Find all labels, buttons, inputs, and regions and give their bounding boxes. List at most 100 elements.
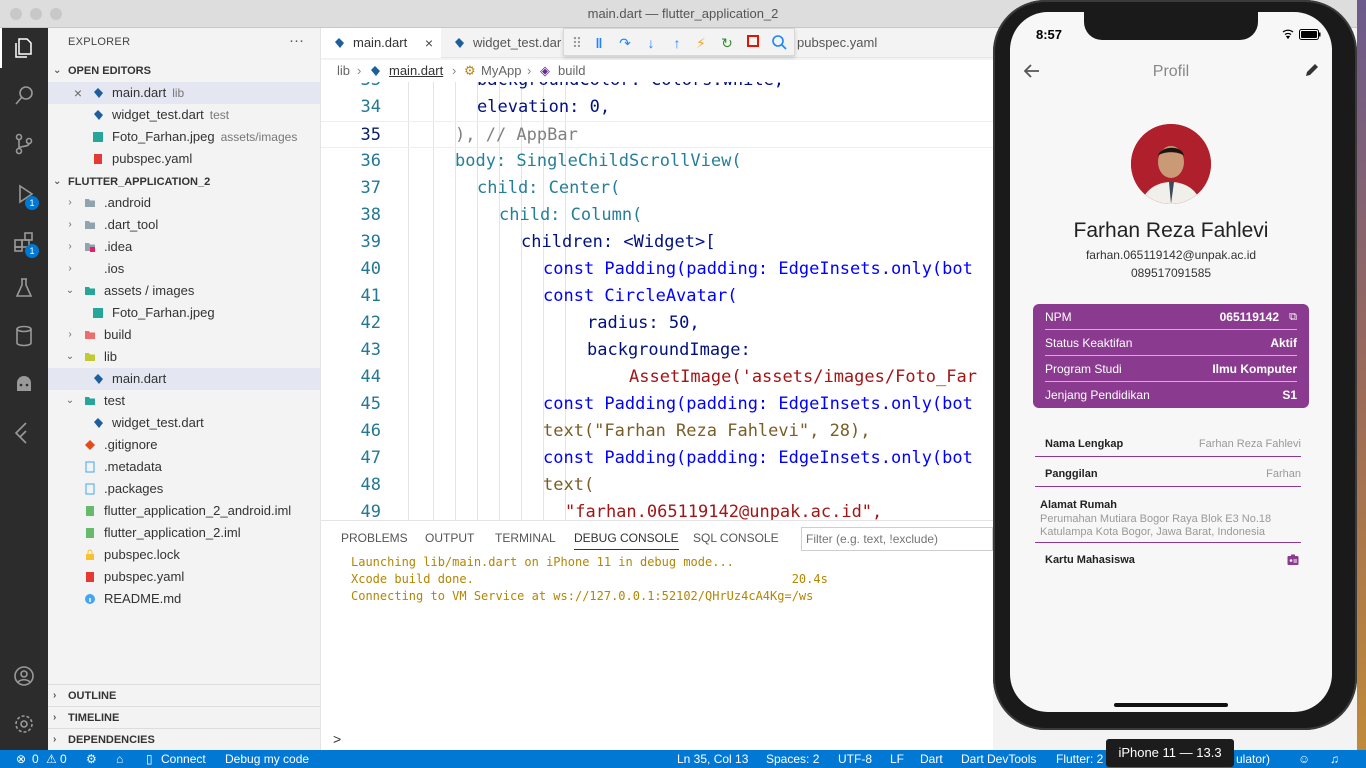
code-line: 41 const CircleAvatar( (321, 283, 993, 310)
breadcrumb-class[interactable]: MyApp (481, 63, 521, 78)
tree-file-widget-test[interactable]: widget_test.dart (48, 412, 320, 434)
dart-devtools-button[interactable]: Dart DevTools (961, 752, 1036, 766)
code-text: text("Farhan Reza Fahlevi", 28), (543, 421, 871, 441)
open-editor-item[interactable]: Foto_Farhan.jpeg assets/images (48, 126, 320, 148)
feedback-icon[interactable]: ☺ (1298, 752, 1310, 766)
address-label: Alamat Rumah (1040, 499, 1118, 511)
step-out-icon[interactable]: ↑ (668, 34, 686, 52)
tree-file-metadata[interactable]: .metadata (48, 456, 320, 478)
tab-debug-console[interactable]: DEBUG CONSOLE (574, 531, 679, 550)
flutter-icon[interactable] (0, 412, 48, 452)
open-editor-item[interactable]: × main.dart lib (48, 82, 320, 104)
close-tab-icon[interactable]: × (425, 28, 433, 58)
language-mode[interactable]: Dart (920, 752, 943, 766)
tree-file-android-iml[interactable]: flutter_application_2_android.iml (48, 500, 320, 522)
tree-file-main-dart[interactable]: main.dart (48, 368, 320, 390)
breadcrumb-folder[interactable]: lib (337, 63, 350, 78)
testing-icon[interactable] (0, 268, 48, 308)
tree-file-iml[interactable]: flutter_application_2.iml (48, 522, 320, 544)
tree-folder-idea[interactable]: › .idea (48, 236, 320, 258)
project-folder-header[interactable]: ⌄ FLUTTER_APPLICATION_2 (48, 171, 320, 193)
debug-mode-button[interactable]: Debug my code (225, 752, 309, 766)
encoding[interactable]: UTF-8 (838, 752, 872, 766)
edit-pencil-icon[interactable] (1304, 62, 1320, 78)
android-icon[interactable] (0, 364, 48, 404)
close-icon[interactable]: × (72, 82, 84, 104)
tree-item-label: assets / images (104, 283, 195, 298)
tree-folder-test[interactable]: ⌄ test (48, 390, 320, 412)
notifications-bell-icon[interactable]: ♫ (1330, 752, 1339, 766)
dart-file-icon (94, 110, 103, 120)
tree-folder-build[interactable]: › build (48, 324, 320, 346)
warning-count[interactable]: 0 (60, 752, 67, 766)
run-debug-icon[interactable]: 1 (0, 174, 48, 214)
tree-file-pubspec-yaml[interactable]: pubspec.yaml (48, 566, 320, 588)
source-control-icon[interactable] (0, 124, 48, 164)
step-over-icon[interactable]: ↷ (616, 34, 634, 52)
flutter-version[interactable]: Flutter: 2 (1056, 752, 1103, 766)
drag-handle-icon[interactable]: ⠿ (568, 34, 586, 52)
settings-gear-icon[interactable] (0, 704, 48, 744)
info-value: Farhan (1266, 468, 1301, 480)
device-selector[interactable]: ulator) (1236, 752, 1270, 766)
id-badge-icon[interactable] (1287, 554, 1299, 566)
dart-file-icon (94, 88, 103, 98)
tree-folder-android[interactable]: › .android (48, 192, 320, 214)
timeline-header[interactable]: › TIMELINE (48, 706, 320, 728)
code-editor[interactable]: 33 backgroundColor: Colors.white, 34 eleva… (321, 82, 993, 520)
step-into-icon[interactable]: ↓ (642, 34, 660, 52)
restart-icon[interactable]: ↻ (718, 34, 736, 52)
tab-main-dart[interactable]: main.dart × (321, 28, 441, 58)
tree-file-foto-farhan[interactable]: Foto_Farhan.jpeg (48, 302, 320, 324)
tree-file-packages[interactable]: .packages (48, 478, 320, 500)
account-icon[interactable] (0, 656, 48, 696)
tab-problems[interactable]: PROBLEMS (341, 531, 408, 545)
line-ending[interactable]: LF (890, 752, 904, 766)
tree-folder-assets-images[interactable]: ⌄ assets / images (48, 280, 320, 302)
tree-folder-dart-tool[interactable]: › .dart_tool (48, 214, 320, 236)
stop-icon[interactable] (744, 34, 762, 52)
console-filter-input[interactable] (801, 527, 993, 551)
console-prompt[interactable]: > (333, 731, 341, 747)
hot-reload-icon[interactable]: ⚡ (692, 34, 710, 52)
explorer-icon[interactable] (0, 28, 48, 68)
explorer-more-actions-button[interactable]: ··· (289, 32, 304, 49)
tree-file-pubspec-lock[interactable]: pubspec.lock (48, 544, 320, 566)
tree-item-label: pubspec.yaml (104, 569, 185, 584)
search-icon[interactable] (0, 76, 48, 116)
pause-icon[interactable]: ‖ (590, 34, 608, 52)
simulator-screen[interactable]: 8:57 Profil Farhan Reza Fahlevi farhan.0… (1010, 12, 1332, 712)
card-row-program: Program Studi Ilmu Komputer (1045, 356, 1297, 382)
breadcrumb: lib › main.dart › ⚙ MyApp › ◈ build (321, 60, 993, 82)
indentation[interactable]: Spaces: 2 (766, 752, 819, 766)
breadcrumb-method[interactable]: build (558, 63, 585, 78)
inspect-widget-icon[interactable] (770, 34, 788, 52)
error-count[interactable]: 0 (32, 752, 39, 766)
tree-folder-lib[interactable]: ⌄ lib (48, 346, 320, 368)
tab-sql-console[interactable]: SQL CONSOLE (693, 531, 779, 545)
database-icon[interactable] (0, 316, 48, 356)
outline-header[interactable]: › OUTLINE (48, 684, 320, 706)
open-editor-item[interactable]: widget_test.dart test (48, 104, 320, 126)
open-editor-item[interactable]: pubspec.yaml (48, 148, 320, 170)
divider (1035, 486, 1301, 487)
folder-icon (85, 199, 95, 207)
home-icon[interactable]: ⌂ (116, 752, 123, 766)
tab-terminal[interactable]: TERMINAL (495, 531, 556, 545)
tab-output[interactable]: OUTPUT (425, 531, 474, 545)
tree-item-label: .idea (104, 239, 133, 254)
breadcrumb-file[interactable]: main.dart (389, 63, 443, 78)
tree-file-readme[interactable]: README.md (48, 588, 320, 610)
cursor-position[interactable]: Ln 35, Col 13 (677, 752, 748, 766)
line-number: 44 (360, 367, 381, 387)
tree-folder-ios[interactable]: › .ios (48, 258, 320, 280)
tab-widget-test[interactable]: widget_test.dar (441, 28, 565, 58)
code-line: 48 text( (321, 472, 993, 499)
tree-file-gitignore[interactable]: .gitignore (48, 434, 320, 456)
extensions-icon[interactable]: 1 (0, 222, 48, 262)
copy-icon[interactable]: ⧉ (1289, 304, 1297, 330)
home-indicator[interactable] (1114, 703, 1228, 707)
dependencies-header[interactable]: › DEPENDENCIES (48, 728, 320, 750)
connect-button[interactable]: Connect (161, 752, 206, 766)
open-editors-header[interactable]: ⌄ OPEN EDITORS (48, 60, 320, 82)
